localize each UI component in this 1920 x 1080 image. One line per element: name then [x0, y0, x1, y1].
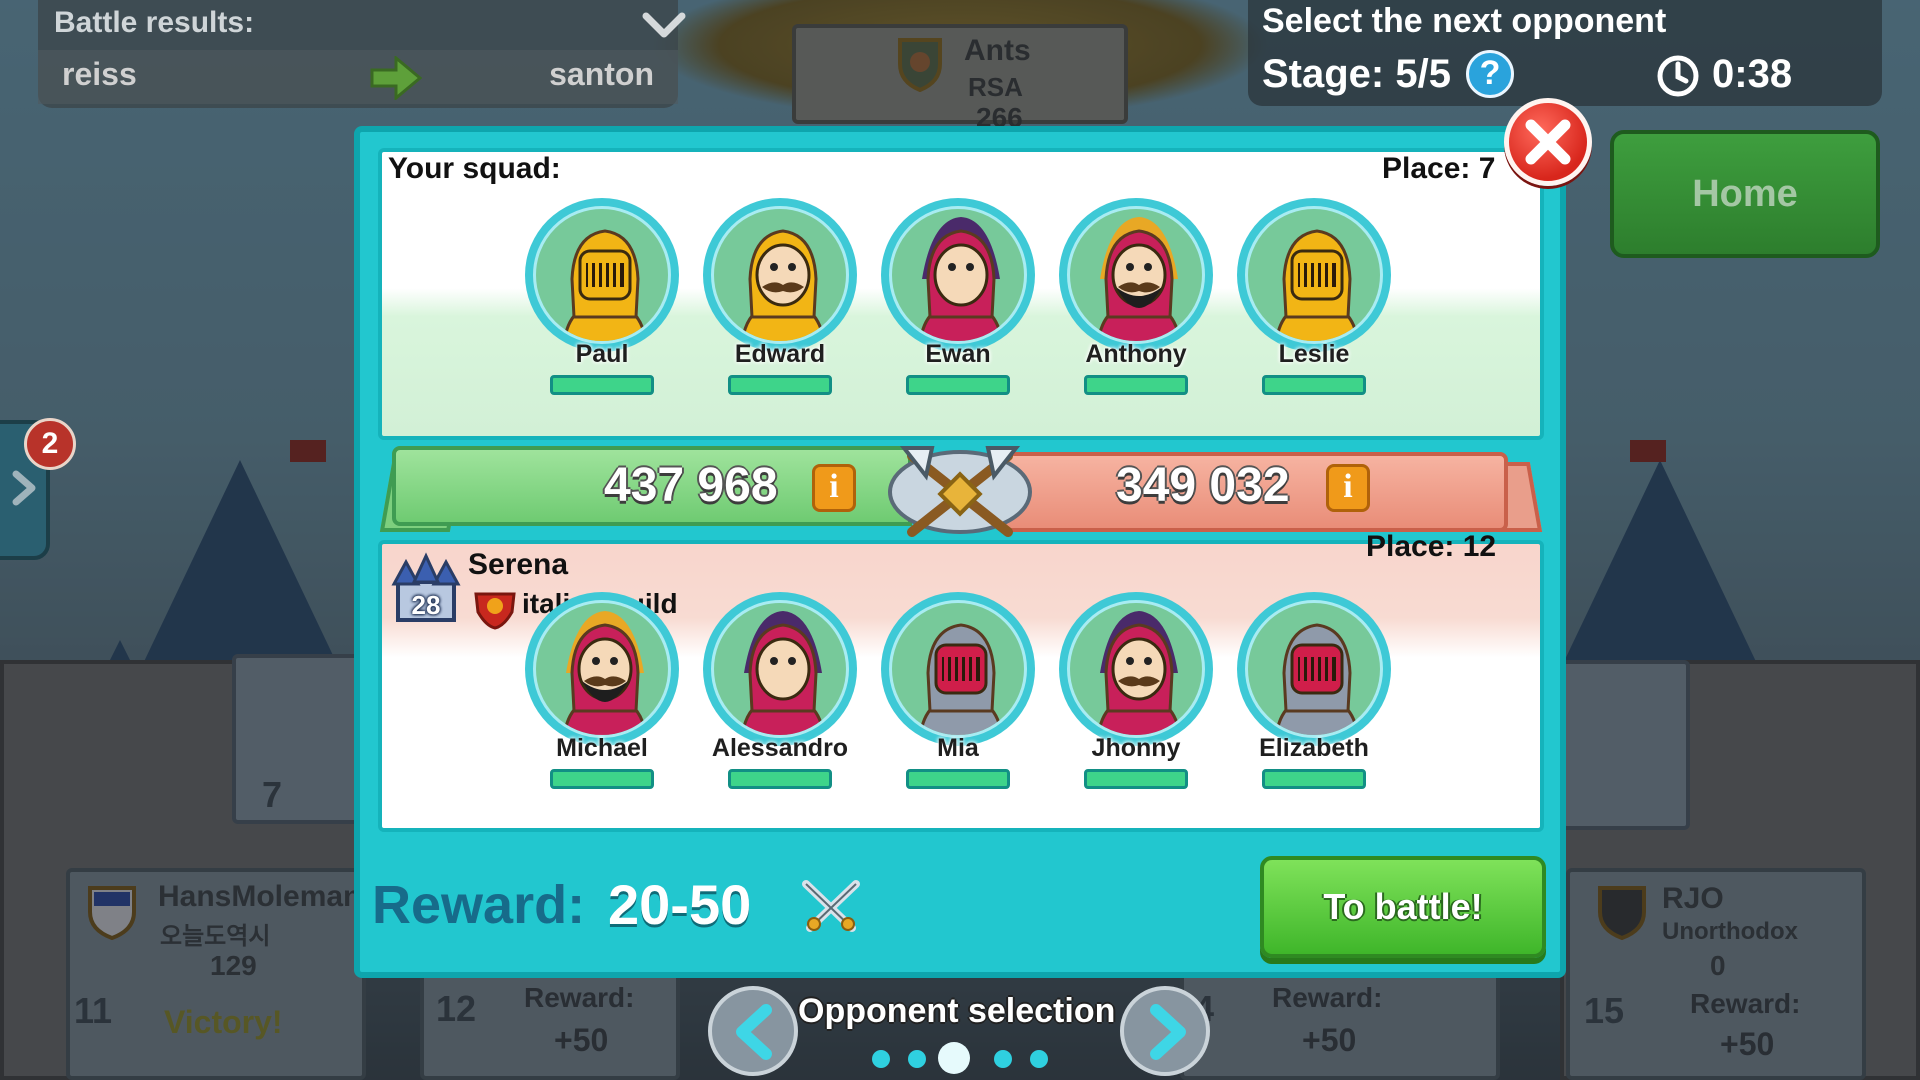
hero-portrait-ring: [1237, 592, 1391, 746]
battle-results-row: reiss santon: [38, 50, 678, 104]
hero-health-bar: [906, 769, 1010, 789]
hero-card[interactable]: Edward: [700, 198, 860, 395]
hero-health-bar: [728, 375, 832, 395]
hero-portrait: [889, 206, 1027, 344]
hero-card[interactable]: Anthony: [1056, 198, 1216, 395]
hero-card[interactable]: Michael: [522, 592, 682, 789]
enemy-power-info-icon[interactable]: i: [1326, 464, 1370, 512]
reward-value: 20-50: [608, 873, 752, 936]
hero-card[interactable]: Elizabeth: [1234, 592, 1394, 789]
hero-portrait: [1245, 600, 1383, 738]
hero-name: Ewan: [925, 340, 991, 368]
hero-portrait: [533, 206, 671, 344]
page-dot[interactable]: [908, 1050, 926, 1068]
ally-power-value: 437 968: [604, 459, 778, 512]
page-dot-active[interactable]: [938, 1042, 970, 1074]
to-battle-button[interactable]: To battle!: [1260, 856, 1546, 958]
hero-portrait-ring: [881, 198, 1035, 352]
hero-name: Paul: [575, 340, 629, 368]
hero-health-bar: [1084, 769, 1188, 789]
chevron-right-icon: [1150, 1004, 1186, 1060]
hero-portrait-ring: [1059, 198, 1213, 352]
stage-counter: Stage: 5/5: [1262, 52, 1451, 96]
home-button[interactable]: Home: [1610, 130, 1880, 258]
battle-results-panel[interactable]: Battle results: reiss santon: [38, 0, 686, 108]
hero-health-bar: [550, 769, 654, 789]
countdown-timer: 0:38: [1712, 52, 1793, 96]
hero-card[interactable]: Mia: [878, 592, 1038, 789]
close-icon: [1525, 119, 1571, 165]
hero-card[interactable]: Ewan: [878, 198, 1038, 395]
crossed-axes-icon: [888, 446, 1032, 537]
page-dot[interactable]: [1030, 1050, 1048, 1068]
page-dot[interactable]: [872, 1050, 890, 1068]
hero-portrait-ring: [703, 198, 857, 352]
hero-portrait-ring: [525, 592, 679, 746]
hero-name: Alessandro: [711, 734, 849, 762]
hero-name: Anthony: [1085, 340, 1187, 368]
battle-player-right: santon: [549, 56, 654, 92]
hero-portrait: [711, 206, 849, 344]
battle-results-title: Battle results:: [54, 6, 255, 39]
close-button[interactable]: [1504, 98, 1592, 186]
hero-health-bar: [1262, 375, 1366, 395]
hero-health-bar: [1084, 375, 1188, 395]
hero-portrait: [1067, 206, 1205, 344]
next-opponent-button[interactable]: [1120, 986, 1210, 1076]
hero-card[interactable]: Jhonny: [1056, 592, 1216, 789]
your-squad-title: Your squad:: [388, 152, 561, 185]
ally-power-info-icon[interactable]: i: [812, 464, 856, 512]
previous-opponent-button[interactable]: [708, 986, 798, 1076]
hero-name: Elizabeth: [1259, 734, 1369, 762]
enemy-place: Place: 12: [1366, 530, 1497, 563]
enemy-power-value: 349 032: [1116, 459, 1290, 512]
hero-health-bar: [550, 375, 654, 395]
chevron-left-icon: [736, 1004, 772, 1060]
hero-portrait: [533, 600, 671, 738]
hero-name: Leslie: [1278, 340, 1350, 368]
help-icon[interactable]: ?: [1466, 50, 1514, 98]
hero-portrait: [1245, 206, 1383, 344]
hero-portrait-ring: [1059, 592, 1213, 746]
hero-card[interactable]: Leslie: [1234, 198, 1394, 395]
hero-health-bar: [1262, 769, 1366, 789]
hero-portrait: [889, 600, 1027, 738]
guild-emblem-icon: [474, 592, 516, 630]
your-place: Place: 7: [1382, 152, 1496, 185]
enemy-player-name: Serena: [468, 548, 569, 581]
hero-portrait: [711, 600, 849, 738]
crossed-swords-icon: [802, 880, 860, 932]
hero-portrait-ring: [525, 198, 679, 352]
stage-info-panel: Select the next opponent Stage: 5/5 ? 0:…: [1248, 0, 1882, 106]
notification-badge: 2: [24, 418, 76, 470]
page-dot[interactable]: [994, 1050, 1012, 1068]
hero-name: Mia: [937, 734, 979, 762]
hero-card[interactable]: Paul: [522, 198, 682, 395]
hero-name: Michael: [556, 734, 648, 762]
clock-icon: [1657, 55, 1699, 97]
hero-name: Jhonny: [1091, 734, 1181, 762]
castle-level: 28: [411, 590, 441, 620]
hero-health-bar: [728, 769, 832, 789]
hero-card[interactable]: Alessandro: [700, 592, 860, 789]
hero-portrait-ring: [1237, 198, 1391, 352]
hero-health-bar: [906, 375, 1010, 395]
hero-portrait-ring: [703, 592, 857, 746]
chevron-right-icon[interactable]: [6, 468, 42, 508]
select-opponent-title: Select the next opponent: [1262, 2, 1667, 40]
hero-portrait: [1067, 600, 1205, 738]
arrow-right-icon: [370, 56, 422, 100]
hero-portrait-ring: [881, 592, 1035, 746]
hero-name: Edward: [734, 340, 826, 368]
chevron-down-icon[interactable]: [640, 2, 688, 50]
opponent-selection-title: Opponent selection: [798, 992, 1116, 1030]
battle-player-left: reiss: [62, 56, 137, 92]
reward-label: Reward:: [372, 875, 586, 935]
